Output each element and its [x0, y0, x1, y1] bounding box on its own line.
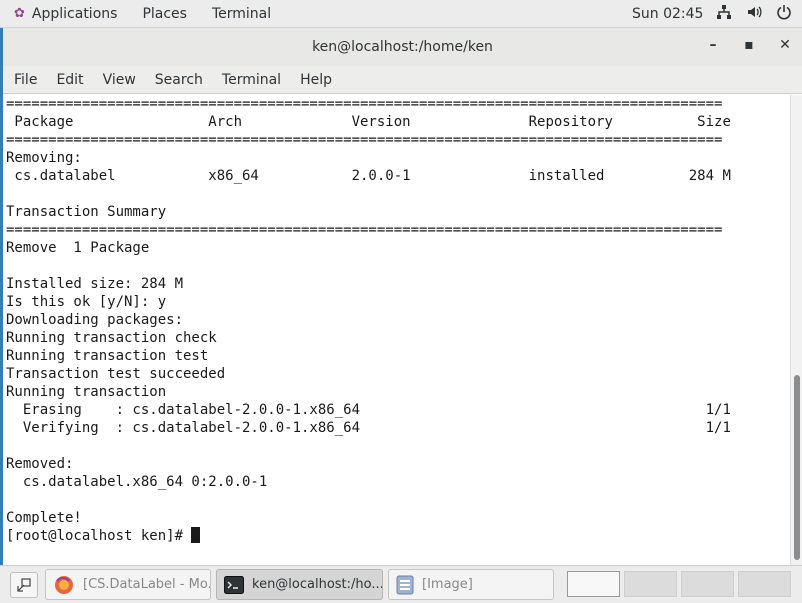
terminal-line: Complete!: [6, 510, 82, 526]
network-icon[interactable]: [716, 4, 732, 20]
terminal-line: Installed size: 284 M: [6, 276, 184, 292]
volume-icon[interactable]: [746, 4, 762, 20]
menu-help[interactable]: Help: [292, 72, 340, 88]
menu-terminal[interactable]: Terminal: [214, 72, 289, 88]
workspace-1[interactable]: [567, 571, 620, 597]
show-desktop-icon: [17, 578, 31, 592]
terminal-line: Transaction Summary: [6, 204, 167, 220]
task-terminal[interactable]: ken@localhost:/ho...: [216, 569, 383, 600]
window-titlebar[interactable]: ken@localhost:/home/ken – ▪ ✕: [3, 28, 802, 66]
window-title: ken@localhost:/home/ken: [312, 39, 493, 55]
minimize-button[interactable]: –: [706, 37, 720, 53]
clock[interactable]: Sun 02:45: [632, 6, 703, 22]
gnome-foot-icon: ✿: [14, 6, 25, 21]
task-label: ken@localhost:/ho...: [252, 577, 383, 592]
terminal-line: ========================================…: [6, 132, 723, 148]
workspace-4[interactable]: [738, 571, 791, 597]
terminal-line: Running transaction test: [6, 348, 209, 364]
text-cursor: [191, 527, 201, 543]
power-icon[interactable]: [776, 4, 792, 20]
workspace-2[interactable]: [624, 571, 677, 597]
terminal-output[interactable]: ========================================…: [3, 95, 790, 565]
applications-menu[interactable]: ✿ Applications: [14, 6, 117, 22]
terminal-line: ========================================…: [6, 96, 723, 112]
terminal-line: Removed:: [6, 456, 74, 472]
top-panel: ✿ Applications Places Terminal Sun 02:45: [0, 0, 802, 28]
task-label: [CS.DataLabel - Mo...: [83, 577, 211, 592]
menu-view[interactable]: View: [95, 72, 144, 88]
task-label: [Image]: [422, 577, 473, 592]
menu-file[interactable]: File: [6, 72, 45, 88]
workspace-3[interactable]: [681, 571, 734, 597]
terminal-line: Remove 1 Package: [6, 240, 150, 256]
close-button[interactable]: ✕: [778, 37, 792, 53]
applications-label: Applications: [31, 5, 118, 22]
shell-prompt: [root@localhost ken]#: [6, 528, 192, 544]
system-tray[interactable]: [716, 4, 792, 20]
places-menu[interactable]: Places: [142, 6, 187, 22]
terminal-line: cs.datalabel x86_64 2.0.0-1 installed 28…: [6, 168, 731, 184]
image-viewer-icon: [396, 575, 414, 595]
terminal-line: Package Arch Version Repository Size: [6, 114, 731, 130]
show-desktop-button[interactable]: [10, 572, 38, 598]
menu-edit[interactable]: Edit: [48, 72, 91, 88]
terminal-line: ========================================…: [6, 222, 723, 238]
terminal-window: ken@localhost:/home/ken – ▪ ✕ File Edit …: [3, 28, 802, 565]
terminal-line: Removing:: [6, 150, 82, 166]
terminal-icon: [224, 575, 244, 594]
task-firefox[interactable]: [CS.DataLabel - Mo...: [45, 569, 211, 600]
terminal-app-menu[interactable]: Terminal: [212, 6, 271, 22]
scrollbar-thumb[interactable]: [794, 375, 800, 560]
terminal-line: Verifying : cs.datalabel-2.0.0-1.x86_64 …: [6, 420, 731, 436]
window-menubar: File Edit View Search Terminal Help: [3, 66, 802, 94]
bottom-panel: [CS.DataLabel - Mo... ken@localhost:/ho.…: [0, 565, 802, 603]
terminal-line: Running transaction: [6, 384, 167, 400]
terminal-line: Is this ok [y/N]: y: [6, 294, 167, 310]
maximize-button[interactable]: ▪: [742, 37, 756, 53]
terminal-line: Erasing : cs.datalabel-2.0.0-1.x86_64 1/…: [6, 402, 731, 418]
terminal-line: Downloading packages:: [6, 312, 184, 328]
menu-search[interactable]: Search: [147, 72, 211, 88]
terminal-line: Transaction test succeeded: [6, 366, 226, 382]
terminal-line: Running transaction check: [6, 330, 217, 346]
task-image-viewer[interactable]: [Image]: [388, 569, 554, 600]
terminal-line: cs.datalabel.x86_64 0:2.0.0-1: [6, 474, 268, 490]
firefox-icon: [53, 574, 75, 596]
terminal-scrollbar[interactable]: [790, 95, 802, 565]
